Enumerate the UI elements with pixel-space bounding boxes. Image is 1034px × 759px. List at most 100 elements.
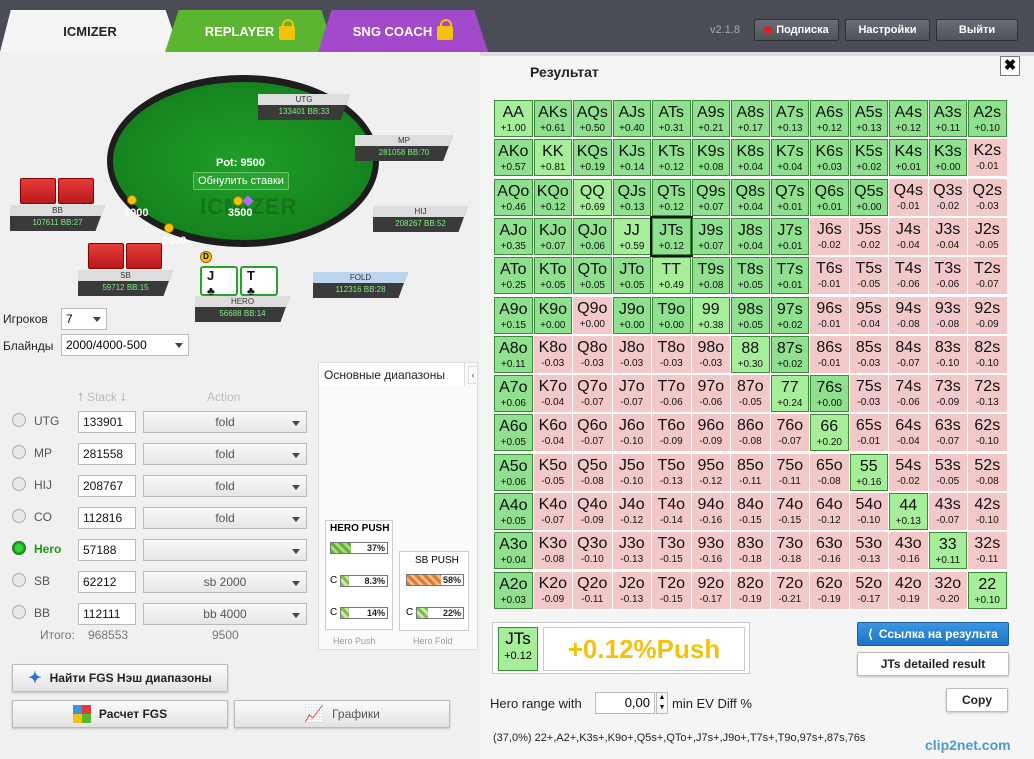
hand-cell[interactable]: 95s -0.04 (849, 296, 889, 334)
hand-cell[interactable]: 22 +0.10 (968, 571, 1007, 609)
hand-cell[interactable]: 44 +0.13 (889, 493, 928, 530)
hand-cell[interactable]: 94s -0.08 (889, 296, 928, 334)
hand-cell[interactable]: Q5s +0.00 (849, 178, 889, 216)
hand-cell[interactable]: Q3o -0.10 (573, 532, 612, 570)
hand-cell[interactable]: Q4o -0.09 (573, 493, 612, 530)
hand-cell[interactable]: J6o -0.10 (612, 414, 652, 452)
hand-cell[interactable]: ATo +0.25 (494, 257, 533, 295)
hand-cell[interactable]: 85o -0.11 (731, 453, 770, 491)
find-fgs-ranges-button[interactable]: ✦ Найти FGS Нэш диапазоны (12, 664, 228, 692)
hand-cell[interactable]: J8o -0.03 (612, 335, 652, 373)
player-action-select[interactable]: sb 2000 (143, 571, 307, 593)
hand-cell[interactable]: 99 +0.38 (691, 296, 731, 334)
hand-cell[interactable]: AJo +0.35 (494, 217, 533, 255)
hand-cell[interactable]: A5o +0.06 (494, 453, 533, 491)
seat-bb[interactable]: BB 107611 BB:27 (10, 205, 105, 231)
min-ev-input[interactable]: 0,00 (595, 692, 655, 714)
hand-cell[interactable]: A5s +0.13 (849, 100, 889, 137)
hand-cell[interactable]: 82o -0.19 (731, 571, 770, 609)
hero-fold-link[interactable]: Hero Fold (413, 636, 453, 646)
hand-cell[interactable]: Q7s +0.01 (770, 178, 810, 216)
hand-cell[interactable]: 32s -0.11 (968, 532, 1007, 570)
seat-hero[interactable]: HERO 56688 BB:14 (195, 296, 290, 322)
hand-cell[interactable]: A9s +0.21 (691, 100, 731, 137)
hand-cell[interactable]: 32o -0.20 (928, 571, 968, 609)
hero-push-link[interactable]: Hero Push (333, 636, 376, 646)
hand-cell[interactable]: 65o -0.08 (810, 453, 849, 491)
hand-cell[interactable]: K8o -0.03 (533, 335, 573, 373)
hand-cell[interactable]: 63o -0.16 (810, 532, 849, 570)
hand-cell[interactable]: K4s +0.01 (889, 139, 928, 177)
hand-cell[interactable]: A2o +0.03 (494, 571, 533, 609)
hand-cell[interactable]: A7o +0.06 (494, 375, 533, 413)
hand-cell[interactable]: J6s -0.02 (810, 217, 849, 255)
hand-cell[interactable]: 75o -0.11 (770, 453, 810, 491)
subscribe-button[interactable]: Подписка (754, 19, 839, 41)
hand-cell[interactable]: A7s +0.13 (770, 100, 810, 137)
hand-cell[interactable]: Q3s -0.02 (928, 178, 968, 216)
hand-cell[interactable]: K3o -0.08 (533, 532, 573, 570)
hand-cell[interactable]: 72o -0.21 (770, 571, 810, 609)
hand-cell[interactable]: T8s +0.05 (731, 257, 770, 295)
hand-cell[interactable]: Q6s +0.01 (810, 178, 849, 216)
hand-cell[interactable]: 87o -0.05 (731, 375, 770, 413)
player-radio[interactable] (12, 413, 26, 427)
hand-cell[interactable]: T7o -0.06 (652, 375, 691, 413)
hand-cell[interactable]: 85s -0.03 (849, 335, 889, 373)
hand-cell[interactable]: K9s +0.08 (691, 139, 731, 177)
hand-cell[interactable]: KTo +0.05 (533, 257, 573, 295)
blinds-select[interactable]: 2000/4000-500 (61, 334, 189, 356)
hand-cell[interactable]: T6s -0.01 (810, 257, 849, 295)
hand-cell[interactable]: Q6o -0.07 (573, 414, 612, 452)
hand-cell[interactable]: 66 +0.20 (810, 414, 849, 452)
hand-cell[interactable]: AKs +0.61 (533, 100, 573, 137)
hand-cell[interactable]: 84s -0.07 (889, 335, 928, 373)
hand-cell[interactable]: T6o -0.09 (652, 414, 691, 452)
player-action-select[interactable]: fold (143, 475, 307, 497)
hand-cell[interactable]: T4o -0.14 (652, 493, 691, 530)
hand-cell[interactable]: KQs +0.19 (573, 139, 612, 177)
hand-cell[interactable]: Q8o -0.03 (573, 335, 612, 373)
hand-cell[interactable]: J7o -0.07 (612, 375, 652, 413)
tab-replayer[interactable]: REPLAYER (165, 10, 335, 52)
hand-cell[interactable]: A6s +0.12 (810, 100, 849, 137)
hand-cell[interactable]: T9o +0.00 (652, 296, 691, 334)
hand-cell[interactable]: K8s +0.04 (731, 139, 770, 177)
hand-cell[interactable]: 96o -0.09 (691, 414, 731, 452)
hand-cell[interactable]: 63s -0.07 (928, 414, 968, 452)
close-icon[interactable]: ✖ (1000, 56, 1020, 76)
hand-cell[interactable]: A9o +0.15 (494, 296, 533, 334)
hand-cell[interactable]: 43s -0.07 (928, 493, 968, 530)
hand-cell[interactable]: J4o -0.12 (612, 493, 652, 530)
hand-cell[interactable]: KJo +0.07 (533, 217, 573, 255)
chevron-left-icon[interactable]: ‹ (468, 366, 478, 384)
hand-cell[interactable]: J5s -0.02 (849, 217, 889, 255)
player-action-select[interactable] (143, 539, 307, 561)
player-radio[interactable] (12, 445, 26, 459)
players-select[interactable]: 7 (61, 308, 107, 330)
hand-cell[interactable]: 54o -0.10 (849, 493, 889, 530)
hand-cell[interactable]: Q2s -0.03 (968, 178, 1007, 216)
hand-cell[interactable]: Q8s +0.04 (731, 178, 770, 216)
seat-co[interactable]: FOLD 112316 BB:28 (313, 272, 408, 298)
hand-cell[interactable]: 64o -0.12 (810, 493, 849, 530)
hand-cell[interactable]: J9s +0.07 (691, 217, 731, 255)
seat-utg[interactable]: UTG 133401 BB:33 (258, 94, 350, 120)
hand-cell[interactable]: 65s -0.01 (849, 414, 889, 452)
hand-cell[interactable]: T3s -0.06 (928, 257, 968, 295)
hand-cell[interactable]: KJs +0.14 (612, 139, 652, 177)
hand-cell[interactable]: JJ +0.59 (612, 217, 652, 255)
hand-cell[interactable]: 64s -0.04 (889, 414, 928, 452)
hand-cell[interactable]: TT +0.49 (652, 257, 691, 295)
hand-cell[interactable]: K6o -0.04 (533, 414, 573, 452)
hand-cell[interactable]: 93o -0.16 (691, 532, 731, 570)
charts-button[interactable]: 📈 Графики (234, 700, 450, 728)
hand-cell[interactable]: T3o -0.15 (652, 532, 691, 570)
player-stack-input[interactable]: 112111 (78, 603, 136, 625)
copy-button[interactable]: Copy (946, 688, 1008, 712)
hand-cell[interactable]: T2s -0.07 (968, 257, 1007, 295)
hand-cell[interactable]: 62o -0.19 (810, 571, 849, 609)
hand-cell[interactable]: 52o -0.17 (849, 571, 889, 609)
hand-cell[interactable]: K7o -0.04 (533, 375, 573, 413)
player-action-select[interactable]: bb 4000 (143, 603, 307, 625)
